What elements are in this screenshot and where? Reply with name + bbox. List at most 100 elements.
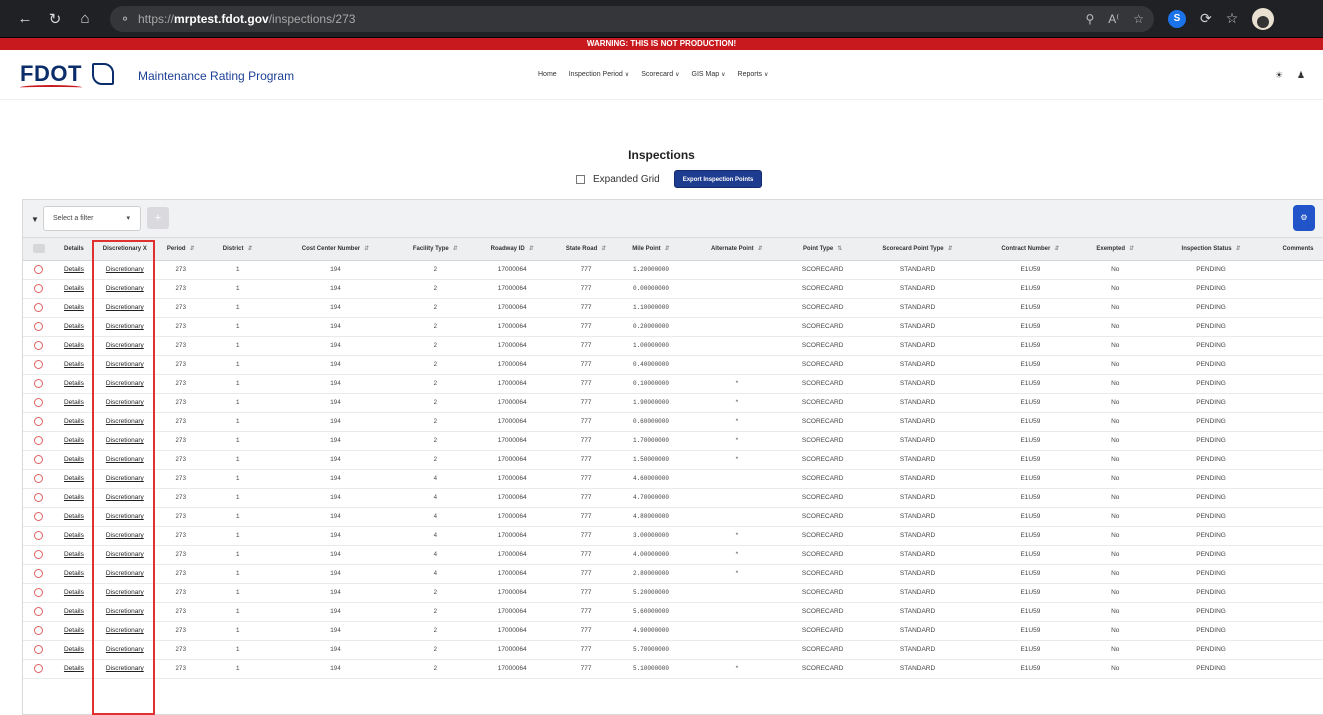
col-mile-point[interactable]: Mile Point ⇵ [618, 238, 684, 261]
row-select-radio[interactable] [34, 360, 44, 369]
sort-icon[interactable]: ⇵ [1236, 246, 1241, 252]
grid-settings-button[interactable]: ⚙ [1293, 205, 1315, 231]
sort-icon[interactable]: ⇵ [665, 246, 670, 252]
discretionary-link[interactable]: Discretionary [106, 513, 144, 520]
table-row[interactable]: Details Discretionary 273 1 194 4 17000064 777 2… [23, 564, 1323, 584]
details-link[interactable]: Details [64, 551, 84, 558]
discretionary-link[interactable]: Discretionary [106, 266, 144, 273]
select-all-checkbox[interactable] [32, 244, 45, 254]
copilot-icon[interactable]: ⟳ [1200, 10, 1212, 27]
row-select-radio[interactable] [34, 569, 44, 578]
details-link[interactable]: Details [64, 627, 84, 634]
nav-inspection-period[interactable]: Inspection Period ∨ [569, 71, 630, 78]
details-link[interactable]: Details [64, 323, 84, 330]
col-period[interactable]: Period ⇵ [156, 238, 205, 261]
discretionary-link[interactable]: Discretionary [106, 475, 144, 482]
discretionary-link[interactable]: Discretionary [106, 285, 144, 292]
row-select-cell[interactable] [23, 526, 55, 546]
col-inspection-status[interactable]: Inspection Status ⇵ [1149, 238, 1273, 261]
nav-gis-map[interactable]: GIS Map ∨ [692, 71, 726, 78]
discretionary-link[interactable]: Discretionary [106, 380, 144, 387]
col-cost-center[interactable]: Cost Center Number ⇵ [270, 238, 401, 261]
export-inspection-points-button[interactable]: Export Inspection Points [673, 170, 763, 188]
details-link[interactable]: Details [64, 513, 84, 520]
sort-desc-icon[interactable]: ⇅ [837, 246, 842, 252]
details-link[interactable]: Details [64, 418, 84, 425]
row-select-cell[interactable] [23, 260, 55, 280]
details-link[interactable]: Details [64, 380, 84, 387]
discretionary-link[interactable]: Discretionary [106, 627, 144, 634]
extension-icon[interactable]: S [1168, 9, 1186, 28]
details-link[interactable]: Details [64, 494, 84, 501]
home-icon[interactable]: ⌂ [70, 5, 100, 33]
details-link[interactable]: Details [64, 589, 84, 596]
table-row[interactable]: Details Discretionary 273 1 194 2 17000064 777 5… [23, 583, 1323, 603]
row-select-cell[interactable] [23, 355, 55, 375]
row-select-radio[interactable] [34, 455, 44, 464]
details-link[interactable]: Details [64, 266, 84, 273]
details-link[interactable]: Details [64, 304, 84, 311]
sort-icon[interactable]: ⇵ [364, 246, 369, 252]
row-select-cell[interactable] [23, 336, 55, 356]
user-icon[interactable]: ♟ [1297, 70, 1305, 81]
discretionary-link[interactable]: Discretionary [106, 589, 144, 596]
row-select-cell[interactable] [23, 659, 55, 679]
details-link[interactable]: Details [64, 456, 84, 463]
row-select-radio[interactable] [34, 436, 44, 445]
row-select-radio[interactable] [34, 607, 44, 616]
sort-icon[interactable]: ⇵ [1129, 246, 1134, 252]
row-select-radio[interactable] [34, 493, 44, 502]
details-link[interactable]: Details [64, 532, 84, 539]
table-row[interactable]: Details Discretionary 273 1 194 2 17000064 777 1… [23, 336, 1323, 356]
table-row[interactable]: Details Discretionary 273 1 194 2 17000064 777 0… [23, 279, 1323, 299]
col-point-type[interactable]: Point Type ⇅ [789, 238, 856, 261]
nav-home[interactable]: Home [538, 71, 557, 78]
table-row[interactable]: Details Discretionary 273 1 194 2 17000064 777 0… [23, 374, 1323, 394]
row-select-radio[interactable] [34, 531, 44, 540]
row-select-radio[interactable] [34, 512, 44, 521]
table-row[interactable]: Details Discretionary 273 1 194 4 17000064 777 3… [23, 526, 1323, 546]
discretionary-link[interactable]: Discretionary [106, 570, 144, 577]
discretionary-link[interactable]: Discretionary [106, 437, 144, 444]
details-link[interactable]: Details [64, 342, 84, 349]
expanded-grid-checkbox[interactable] [576, 174, 585, 184]
row-select-cell[interactable] [23, 545, 55, 565]
table-row[interactable]: Details Discretionary 273 1 194 2 17000064 777 1… [23, 450, 1323, 470]
row-select-radio[interactable] [34, 417, 44, 426]
details-link[interactable]: Details [64, 570, 84, 577]
details-link[interactable]: Details [64, 285, 84, 292]
row-select-radio[interactable] [34, 664, 44, 673]
row-select-cell[interactable] [23, 621, 55, 641]
col-contract-number[interactable]: Contract Number ⇵ [979, 238, 1082, 261]
sort-icon[interactable]: ⇵ [948, 246, 953, 252]
table-row[interactable]: Details Discretionary 273 1 194 2 17000064 777 5… [23, 659, 1323, 679]
discretionary-link[interactable]: Discretionary [106, 399, 144, 406]
sort-icon[interactable]: ⇵ [1054, 246, 1059, 252]
details-link[interactable]: Details [64, 361, 84, 368]
sort-icon[interactable]: ⇵ [247, 246, 252, 252]
theme-sun-icon[interactable]: ☀ [1275, 70, 1283, 81]
row-select-radio[interactable] [34, 550, 44, 559]
row-select-cell[interactable] [23, 488, 55, 508]
col-roadway-id[interactable]: Roadway ID ⇵ [470, 238, 555, 261]
discretionary-link[interactable]: Discretionary [106, 418, 144, 425]
read-aloud-icon[interactable]: A⁽ [1108, 12, 1119, 26]
details-link[interactable]: Details [64, 399, 84, 406]
discretionary-link[interactable]: Discretionary [106, 456, 144, 463]
fdot-logo[interactable]: FDOT [20, 58, 130, 94]
sort-icon[interactable]: ⇵ [190, 246, 195, 252]
discretionary-link[interactable]: Discretionary [106, 665, 144, 672]
profile-avatar[interactable] [1252, 7, 1275, 30]
details-link[interactable]: Details [64, 608, 84, 615]
row-select-radio[interactable] [34, 626, 44, 635]
nav-reports[interactable]: Reports ∨ [738, 71, 769, 78]
discretionary-link[interactable]: Discretionary [106, 646, 144, 653]
row-select-radio[interactable] [34, 588, 44, 597]
sort-icon[interactable]: ⇵ [758, 246, 763, 252]
col-alternate-point[interactable]: Alternate Point ⇵ [683, 238, 790, 261]
discretionary-link[interactable]: Discretionary [106, 494, 144, 501]
table-row[interactable]: Details Discretionary 273 1 194 2 17000064 777 0… [23, 317, 1323, 337]
details-link[interactable]: Details [64, 646, 84, 653]
col-state-road[interactable]: State Road ⇵ [554, 238, 619, 261]
row-select-cell[interactable] [23, 393, 55, 413]
